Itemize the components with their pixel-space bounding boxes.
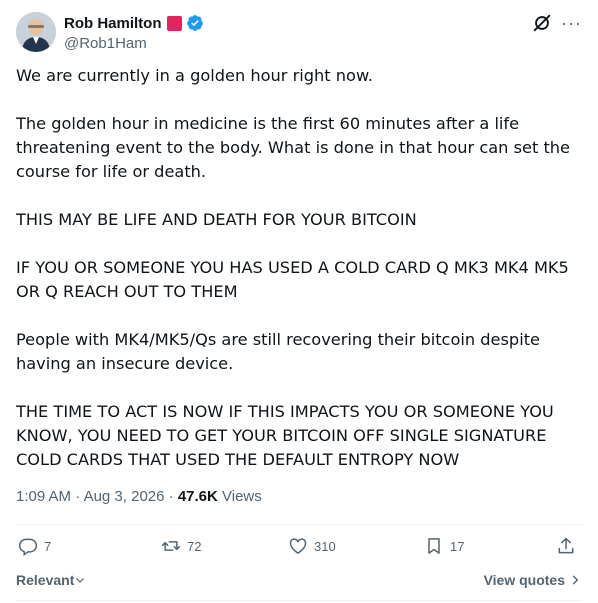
tweet-paragraph: THE TIME TO ACT IS NOW IF THIS IMPACTS Y… (16, 402, 559, 469)
avatar[interactable] (16, 12, 56, 52)
chevron-down-icon (76, 578, 85, 583)
tweet-body: We are currently in a golden hour right … (16, 64, 584, 496)
chevron-right-icon (572, 575, 579, 585)
views-label: Views (217, 488, 262, 505)
bookmark-count: 17 (450, 538, 465, 554)
verified-badge-icon[interactable] (186, 14, 204, 32)
header-actions: ··· (531, 12, 582, 34)
view-quotes-link[interactable]: View quotes (484, 572, 582, 588)
bookmark-icon (428, 538, 440, 554)
sort-relevant-dropdown[interactable]: Relevant (16, 572, 86, 588)
tweet-paragraph: People with MK4/MK5/Qs are still recover… (16, 330, 546, 373)
reply-icon (18, 538, 38, 556)
more-options-icon[interactable]: ··· (561, 14, 582, 32)
reply-count: 7 (44, 538, 52, 554)
tweet-paragraph: The golden hour in medicine is the first… (16, 114, 576, 181)
like-count: 310 (314, 538, 336, 554)
divider (16, 600, 582, 601)
author-display-name[interactable]: Rob Hamilton (64, 15, 162, 32)
view-quotes-label: View quotes (483, 572, 565, 588)
repost-button[interactable]: 72 (161, 536, 201, 556)
author-handle[interactable]: @Rob1Ham (64, 35, 204, 52)
share-icon (558, 537, 574, 554)
name-row: Rob Hamilton (64, 13, 204, 33)
reply-button[interactable]: 7 (18, 536, 51, 556)
grok-icon[interactable] (531, 12, 553, 34)
author-names: Rob Hamilton @Rob1Ham (64, 13, 204, 52)
avatar-image (16, 12, 56, 52)
share-button[interactable] (556, 536, 582, 556)
red-square-flag-icon (166, 15, 182, 31)
heart-icon (289, 538, 307, 554)
tweet-header: Rob Hamilton @Rob1Ham ··· (16, 12, 582, 56)
tweet-time[interactable]: 1:09 AM (16, 488, 71, 505)
divider (16, 524, 582, 525)
sort-label: Relevant (16, 572, 75, 588)
tweet-paragraph: THIS MAY BE LIFE AND DEATH FOR YOUR BITC… (16, 210, 417, 229)
meta-separator: · (71, 488, 84, 505)
repost-count: 72 (187, 538, 202, 554)
tweet-footer: Relevant View quotes (16, 572, 582, 594)
repost-icon (161, 541, 181, 551)
tweet-date[interactable]: Aug 3, 2026 (84, 488, 165, 505)
tweet-paragraph: We are currently in a golden hour right … (16, 66, 373, 85)
meta-separator: · (164, 488, 178, 505)
tweet-meta: 1:09 AM · Aug 3, 2026 · 47.6K Views (16, 488, 262, 505)
like-button[interactable]: 310 (288, 536, 336, 556)
tweet-paragraph: IF YOU OR SOMEONE YOU HAS USED A COLD CA… (16, 258, 575, 301)
views-count[interactable]: 47.6K (178, 488, 218, 505)
tweet-actions: 7 72 310 17 (16, 536, 582, 566)
bookmark-button[interactable]: 17 (424, 536, 464, 556)
